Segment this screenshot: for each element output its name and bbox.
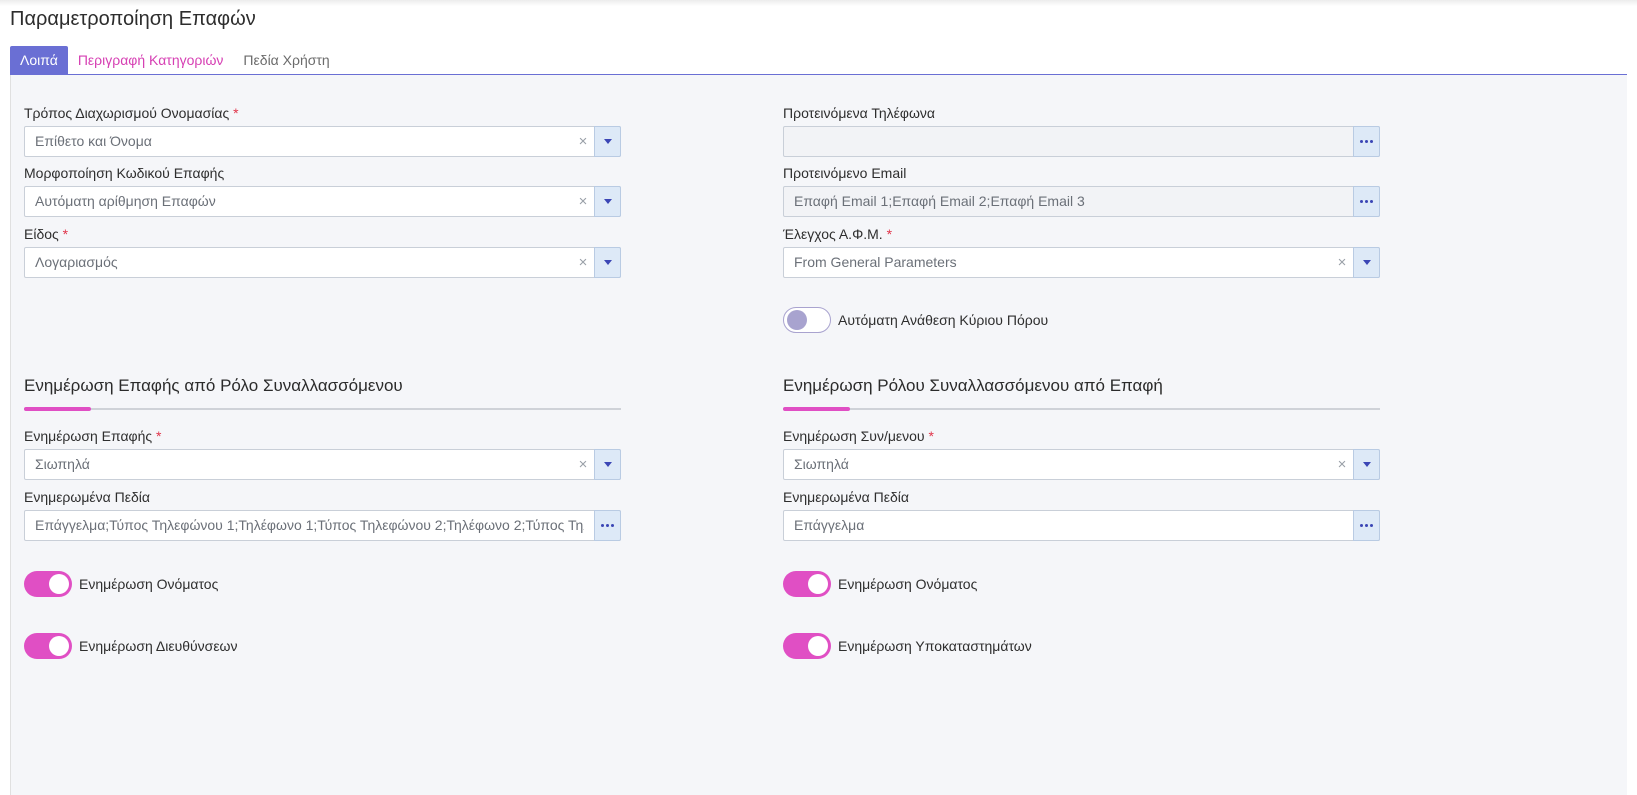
section-title: Ενημέρωση Ρόλου Συναλλασσόμενου από Επαφ…: [783, 376, 1163, 395]
suggested-phones-picker[interactable]: [783, 126, 1380, 157]
toggle-switch[interactable]: [783, 307, 831, 333]
caret-down-icon: [1362, 462, 1371, 467]
clear-icon[interactable]: ×: [1335, 450, 1349, 479]
section-party-role-update: Ενημέρωση Ρόλου Συναλλασσόμενου από Επαφ…: [783, 375, 1380, 411]
select-value: From General Parameters: [794, 254, 957, 270]
toggle-update-addresses[interactable]: Ενημέρωση Διευθύνσεων: [24, 633, 237, 659]
required-marker: *: [156, 428, 162, 444]
picker-button[interactable]: [1353, 510, 1380, 541]
dropdown-button[interactable]: [594, 247, 621, 278]
ellipsis-icon: [1360, 200, 1373, 203]
update-party-select[interactable]: Σιωπηλά ×: [783, 449, 1380, 480]
picker-button[interactable]: [594, 510, 621, 541]
vat-check-select[interactable]: From General Parameters ×: [783, 247, 1380, 278]
required-marker: *: [233, 105, 239, 121]
select-value: Επίθετο και Όνομα: [35, 133, 152, 149]
dropdown-button[interactable]: [594, 449, 621, 480]
dropdown-button[interactable]: [1353, 449, 1380, 480]
required-marker: *: [886, 226, 893, 242]
section-accent: [783, 407, 850, 411]
caret-down-icon: [603, 199, 612, 204]
ellipsis-icon: [601, 524, 614, 527]
clear-icon[interactable]: ×: [576, 127, 590, 156]
toggle-label: Ενημέρωση Ονόματος: [838, 576, 978, 592]
field-label: Προτεινόμενο Email: [783, 165, 907, 181]
picker-value: Επαφή Email 1;Επαφή Email 2;Επαφή Email …: [794, 193, 1085, 209]
name-separation-select[interactable]: Επίθετο και Όνομα ×: [24, 126, 621, 157]
required-marker: *: [62, 226, 69, 242]
page-title: Παραμετροποίηση Επαφών: [10, 8, 256, 30]
dropdown-button[interactable]: [1353, 247, 1380, 278]
section-title: Ενημέρωση Επαφής από Ρόλο Συναλλασσόμενο…: [24, 376, 403, 395]
picker-value: Επάγγελμα;Τύπος Τηλεφώνου 1;Τηλέφωνο 1;Τ…: [35, 517, 584, 533]
tab-misc[interactable]: Λοιπά: [10, 46, 68, 74]
toggle-label: Ενημέρωση Υποκαταστημάτων: [838, 638, 1032, 654]
field-label: Ενημέρωση Επαφής: [24, 428, 153, 444]
caret-down-icon: [1362, 260, 1371, 265]
field-label: Προτεινόμενα Τηλέφωνα: [783, 105, 936, 121]
suggested-email-picker[interactable]: Επαφή Email 1;Επαφή Email 2;Επαφή Email …: [783, 186, 1380, 217]
field-label: Μορφοποίηση Κωδικού Επαφής: [24, 165, 225, 181]
toggle-switch[interactable]: [783, 571, 831, 597]
code-format-select[interactable]: Αυτόματη αρίθμηση Επαφών ×: [24, 186, 621, 217]
dropdown-button[interactable]: [594, 126, 621, 157]
required-marker: *: [928, 428, 934, 444]
clear-icon[interactable]: ×: [1335, 248, 1349, 277]
toggle-update-name-right[interactable]: Ενημέρωση Ονόματος: [783, 571, 977, 597]
toggle-label: Αυτόματη Ανάθεση Κύριου Πόρου: [838, 312, 1049, 328]
field-label: Ενημερωμένα Πεδία: [24, 489, 150, 505]
vat-check-field: Έλεγχος Α.Φ.Μ. * From General Parameters…: [783, 225, 1380, 278]
section-divider: [783, 407, 1380, 411]
clear-icon[interactable]: ×: [576, 248, 590, 277]
suggested-phones-field: Προτεινόμενα Τηλέφωνα: [783, 104, 1380, 157]
toggle-label: Ενημέρωση Διευθύνσεων: [79, 638, 238, 654]
field-label: Έλεγχος Α.Φ.Μ.: [783, 226, 883, 242]
dropdown-button[interactable]: [594, 186, 621, 217]
kind-field: Είδος * Λογαριασμός ×: [24, 225, 621, 278]
select-value: Λογαριασμός: [35, 254, 118, 270]
section-divider: [24, 407, 621, 411]
update-contact-select[interactable]: Σιωπηλά ×: [24, 449, 621, 480]
select-value: Σιωπηλά: [35, 456, 90, 472]
tab-category-descriptions[interactable]: Περιγραφή Κατηγοριών: [68, 46, 234, 74]
toggle-update-name-left[interactable]: Ενημέρωση Ονόματος: [24, 571, 218, 597]
picker-value: Επάγγελμα: [794, 517, 865, 533]
tab-user-fields[interactable]: Πεδία Χρήστη: [233, 46, 339, 74]
contact-updated-fields-picker[interactable]: Επάγγελμα;Τύπος Τηλεφώνου 1;Τηλέφωνο 1;Τ…: [24, 510, 621, 541]
caret-down-icon: [603, 462, 612, 467]
party-updated-fields-field: Ενημερωμένα Πεδία Επάγγελμα: [783, 488, 1380, 541]
tab-bar: Λοιπά Περιγραφή Κατηγοριών Πεδία Χρήστη: [10, 46, 340, 74]
select-value: Αυτόματη αρίθμηση Επαφών: [35, 193, 216, 209]
top-shadow: [0, 0, 1637, 6]
section-accent: [24, 407, 91, 411]
picker-button[interactable]: [1353, 186, 1380, 217]
toggle-switch[interactable]: [783, 633, 831, 659]
toggle-auto-resource-assignment[interactable]: Αυτόματη Ανάθεση Κύριου Πόρου: [783, 307, 1048, 333]
toggle-update-branches[interactable]: Ενημέρωση Υποκαταστημάτων: [783, 633, 1032, 659]
clear-icon[interactable]: ×: [576, 450, 590, 479]
caret-down-icon: [603, 260, 612, 265]
contact-updated-fields-field: Ενημερωμένα Πεδία Επάγγελμα;Τύπος Τηλεφώ…: [24, 488, 621, 541]
ellipsis-icon: [1360, 140, 1373, 143]
ellipsis-icon: [1360, 524, 1373, 527]
field-label: Είδος: [24, 226, 59, 242]
name-separation-field: Τρόπος Διαχωρισμού Ονομασίας * Επίθετο κ…: [24, 104, 621, 157]
update-contact-field: Ενημέρωση Επαφής * Σιωπηλά ×: [24, 427, 621, 480]
party-updated-fields-picker[interactable]: Επάγγελμα: [783, 510, 1380, 541]
code-format-field: Μορφοποίηση Κωδικού Επαφής Αυτόματη αρίθ…: [24, 164, 621, 217]
toggle-switch[interactable]: [24, 571, 72, 597]
clear-icon[interactable]: ×: [576, 187, 590, 216]
select-value: Σιωπηλά: [794, 456, 849, 472]
field-label: Τρόπος Διαχωρισμού Ονομασίας: [24, 105, 230, 121]
toggle-label: Ενημέρωση Ονόματος: [79, 576, 219, 592]
field-label: Ενημέρωση Συν/μενου: [783, 428, 925, 444]
picker-button[interactable]: [1353, 126, 1380, 157]
update-party-field: Ενημέρωση Συν/μενου * Σιωπηλά ×: [783, 427, 1380, 480]
suggested-email-field: Προτεινόμενο Email Επαφή Email 1;Επαφή E…: [783, 164, 1380, 217]
toggle-switch[interactable]: [24, 633, 72, 659]
section-contact-update: Ενημέρωση Επαφής από Ρόλο Συναλλασσόμενο…: [24, 375, 621, 411]
field-label: Ενημερωμένα Πεδία: [783, 489, 909, 505]
kind-select[interactable]: Λογαριασμός ×: [24, 247, 621, 278]
caret-down-icon: [603, 139, 612, 144]
